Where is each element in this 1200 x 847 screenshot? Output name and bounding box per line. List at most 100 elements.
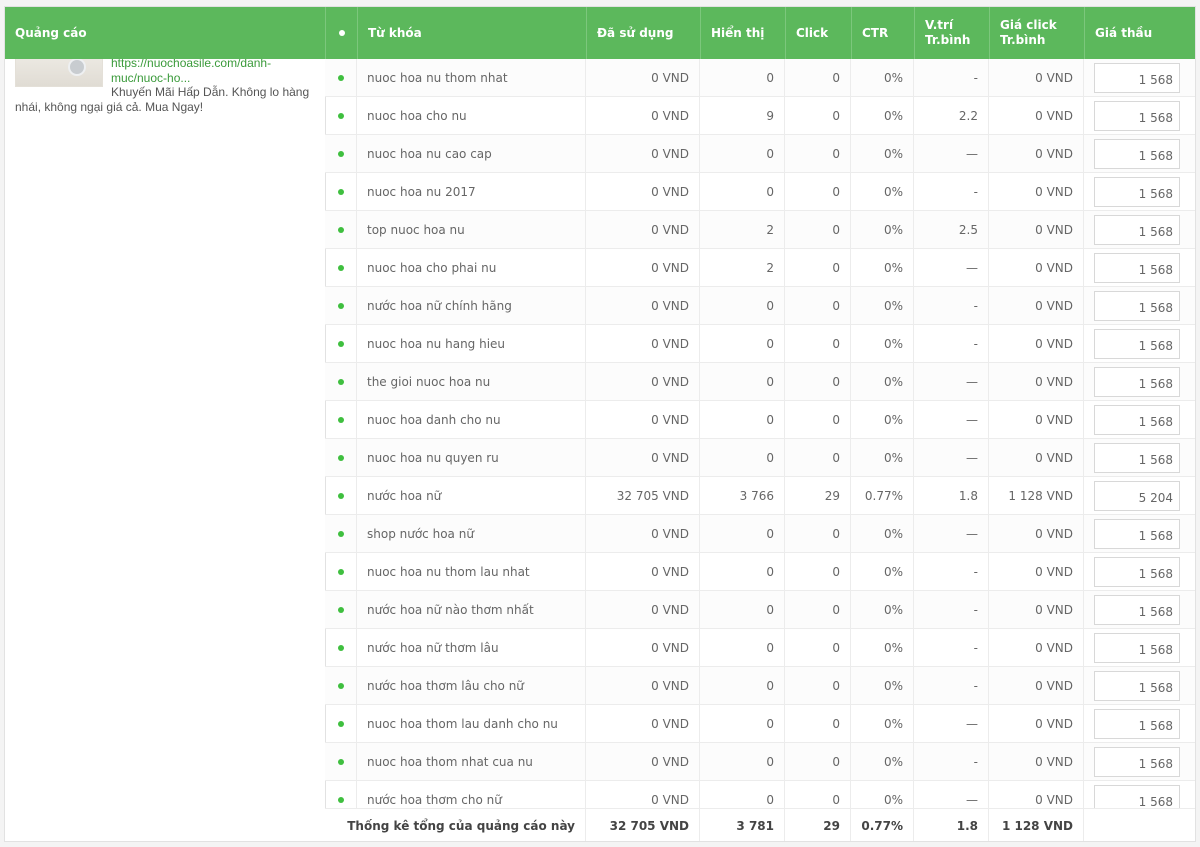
total-bid-empty [1084, 809, 1195, 841]
clicks-cell: 29 [785, 477, 851, 514]
bid-input[interactable] [1094, 366, 1180, 397]
header-avg-cpc[interactable]: Giá click Tr.bình [990, 7, 1085, 59]
bid-cell [1084, 591, 1195, 628]
avg-position-cell: - [914, 743, 989, 780]
bid-input[interactable] [1094, 328, 1180, 359]
status-dot-icon [338, 30, 345, 36]
spent-cell: 0 VND [586, 325, 700, 362]
bid-input[interactable] [1094, 290, 1180, 321]
keyword-cell: nuoc hoa nu thom nhat [357, 59, 586, 96]
impressions-cell: 2 [700, 211, 785, 248]
bid-input[interactable] [1094, 556, 1180, 587]
header-avg-position[interactable]: V.trí Tr.bình [915, 7, 990, 59]
avg-position-cell: - [914, 325, 989, 362]
bid-cell [1084, 363, 1195, 400]
avg-position-cell: - [914, 59, 989, 96]
table-row: nuoc hoa cho nu 0 VND 9 0 0% 2.2 0 VND [325, 97, 1195, 135]
impressions-cell: 2 [700, 249, 785, 286]
bid-input[interactable] [1094, 100, 1180, 131]
header-bid-label: Giá thầu [1095, 25, 1153, 40]
avg-cpc-cell: 0 VND [989, 705, 1084, 742]
clicks-cell: 0 [785, 705, 851, 742]
avg-cpc-cell: 0 VND [989, 629, 1084, 666]
avg-position-cell: 1.8 [914, 477, 989, 514]
active-status-icon [337, 188, 344, 195]
keyword-cell: nuoc hoa thom nhat cua nu [357, 743, 586, 780]
keyword-cell: top nuoc hoa nu [357, 211, 586, 248]
header-keyword[interactable]: Từ khóa [358, 7, 587, 59]
spent-cell: 0 VND [586, 667, 700, 704]
bid-input[interactable] [1094, 176, 1180, 207]
status-cell [325, 477, 357, 514]
active-status-icon [337, 568, 344, 575]
clicks-cell: 0 [785, 249, 851, 286]
avg-cpc-cell: 0 VND [989, 59, 1084, 96]
clicks-cell: 0 [785, 211, 851, 248]
ctr-cell: 0% [851, 173, 914, 210]
header-clicks[interactable]: Click [786, 7, 852, 59]
avg-cpc-cell: 0 VND [989, 173, 1084, 210]
status-cell [325, 363, 357, 400]
bid-input[interactable] [1094, 670, 1180, 701]
header-avg-position-label: V.trí Tr.bình [925, 18, 971, 47]
ad-url[interactable]: https://nuochoasile.com/danh-muc/nuoc-ho… [111, 59, 316, 86]
ctr-cell: 0% [851, 553, 914, 590]
header-spent[interactable]: Đã sử dụng [587, 7, 701, 59]
avg-position-cell: 2.5 [914, 211, 989, 248]
ctr-cell: 0% [851, 211, 914, 248]
bid-input[interactable] [1094, 594, 1180, 625]
bid-input[interactable] [1094, 746, 1180, 777]
bid-input[interactable] [1094, 442, 1180, 473]
bid-input[interactable] [1094, 214, 1180, 245]
impressions-cell: 0 [700, 401, 785, 438]
avg-cpc-cell: 0 VND [989, 287, 1084, 324]
clicks-cell: 0 [785, 401, 851, 438]
bid-input[interactable] [1094, 632, 1180, 663]
active-status-icon [337, 378, 344, 385]
impressions-cell: 0 [700, 705, 785, 742]
bid-input[interactable] [1094, 138, 1180, 169]
avg-position-cell: - [914, 591, 989, 628]
impressions-cell: 0 [700, 553, 785, 590]
status-cell [325, 173, 357, 210]
ctr-cell: 0% [851, 97, 914, 134]
bid-input[interactable] [1094, 480, 1180, 511]
clicks-cell: 0 [785, 173, 851, 210]
bid-cell [1084, 743, 1195, 780]
status-cell [325, 249, 357, 286]
avg-cpc-cell: 0 VND [989, 249, 1084, 286]
active-status-icon [337, 606, 344, 613]
ad-preview: https://nuochoasile.com/danh-muc/nuoc-ho… [5, 59, 326, 841]
avg-position-cell: - [914, 287, 989, 324]
clicks-cell: 0 [785, 287, 851, 324]
clicks-cell: 0 [785, 591, 851, 628]
keyword-cell: nuoc hoa cho nu [357, 97, 586, 134]
total-ctr: 0.77% [851, 809, 914, 841]
avg-cpc-cell: 0 VND [989, 591, 1084, 628]
avg-position-cell: — [914, 135, 989, 172]
bid-input[interactable] [1094, 252, 1180, 283]
bid-input[interactable] [1094, 518, 1180, 549]
table-row: shop nước hoa nữ 0 VND 0 0 0% —0 VND [325, 515, 1195, 553]
clicks-cell: 0 [785, 363, 851, 400]
bid-input[interactable] [1094, 62, 1180, 93]
header-ctr[interactable]: CTR [852, 7, 915, 59]
impressions-cell: 0 [700, 325, 785, 362]
bid-cell [1084, 439, 1195, 476]
bid-cell [1084, 97, 1195, 134]
active-status-icon [337, 530, 344, 537]
keyword-cell: shop nước hoa nữ [357, 515, 586, 552]
avg-cpc-cell: 0 VND [989, 401, 1084, 438]
bid-input[interactable] [1094, 404, 1180, 435]
bid-input[interactable] [1094, 708, 1180, 739]
table-row: nước hoa nữ chính hãng 0 VND 0 0 0% -0 VND [325, 287, 1195, 325]
header-impressions[interactable]: Hiển thị [701, 7, 786, 59]
active-status-icon [337, 492, 344, 499]
keyword-cell: nước hoa nữ chính hãng [357, 287, 586, 324]
spent-cell: 0 VND [586, 439, 700, 476]
total-impressions: 3 781 [700, 809, 785, 841]
spent-cell: 0 VND [586, 59, 700, 96]
table-row: nuoc hoa danh cho nu 0 VND 0 0 0% —0 VND [325, 401, 1195, 439]
spent-cell: 0 VND [586, 211, 700, 248]
table-row: nuoc hoa nu thom nhat 0 VND 0 0 0% -0 VND [325, 59, 1195, 97]
